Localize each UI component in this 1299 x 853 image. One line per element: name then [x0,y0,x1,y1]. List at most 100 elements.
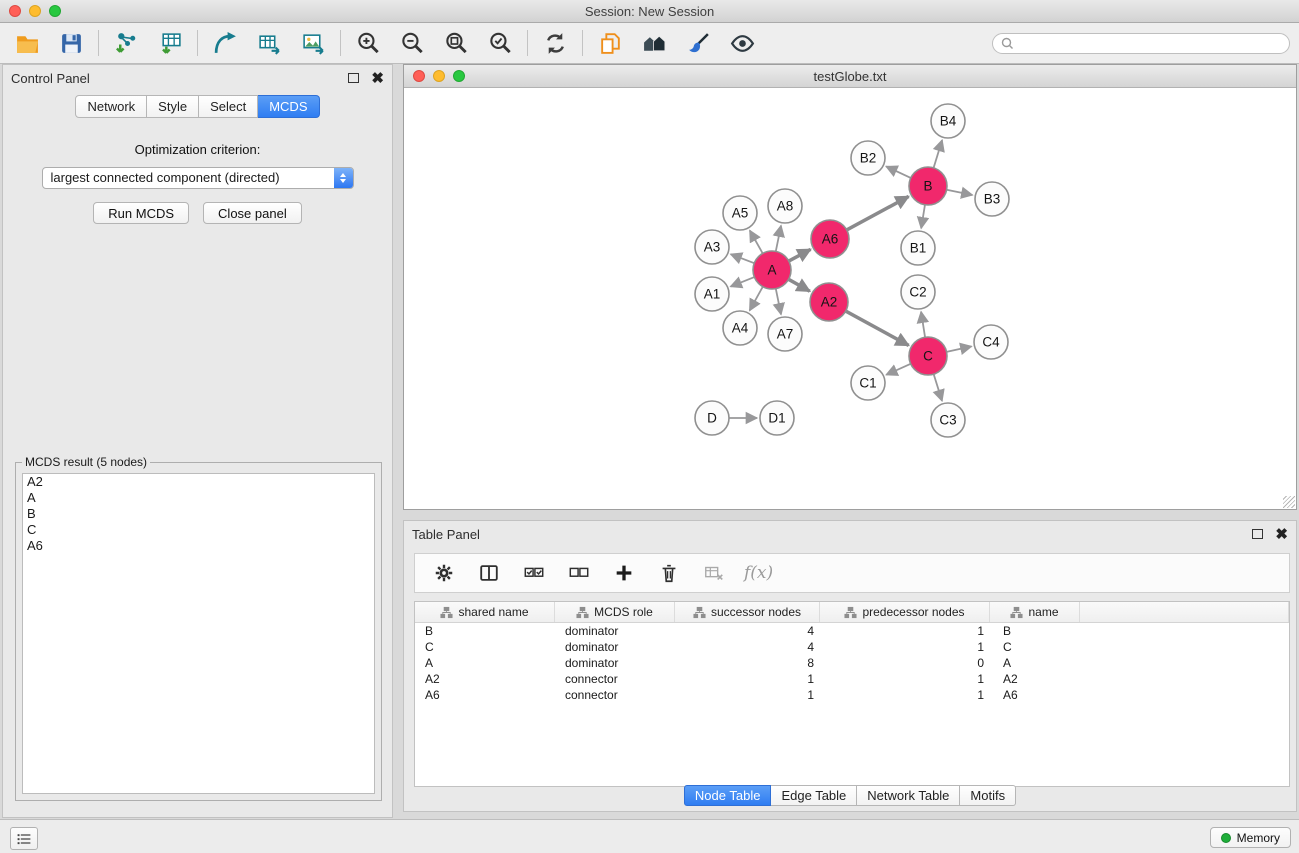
export-network-button[interactable] [210,28,240,58]
graph-edge-B-B3[interactable] [947,190,973,195]
close-window-icon[interactable] [9,5,21,17]
search-box[interactable] [992,33,1290,54]
graph-node-D[interactable]: D [695,401,729,435]
graph-node-A[interactable]: A [753,251,791,289]
table-float-panel-icon[interactable] [1252,529,1263,539]
network-minimize-icon[interactable] [433,70,445,82]
fullscreen-window-icon[interactable] [49,5,61,17]
network-window-titlebar[interactable]: testGlobe.txt [404,65,1296,88]
graph-node-B[interactable]: B [909,167,947,205]
add-button[interactable] [609,558,639,588]
split-panel-button[interactable] [474,558,504,588]
documents-button[interactable] [595,28,625,58]
graph-node-A4[interactable]: A4 [723,311,757,345]
graph-edge-C-C2[interactable] [921,312,925,337]
graph-node-A8[interactable]: A8 [768,189,802,223]
close-panel-icon[interactable]: ✖ [371,71,384,86]
graph-node-B2[interactable]: B2 [851,141,885,175]
tab-node-table[interactable]: Node Table [684,785,772,806]
eye-button[interactable] [727,28,757,58]
task-history-button[interactable] [10,827,38,850]
tab-mcds[interactable]: MCDS [258,95,319,118]
graph-edge-A-A6[interactable] [789,249,811,261]
table-row[interactable]: Cdominator41C [415,639,1289,655]
column-header-predecessor-nodes[interactable]: predecessor nodes [820,602,990,622]
graph-edge-B-B4[interactable] [934,140,943,168]
tab-select[interactable]: Select [199,95,258,118]
graph-node-B4[interactable]: B4 [931,104,965,138]
graph-node-A2[interactable]: A2 [810,283,848,321]
mcds-result-item[interactable]: B [23,506,374,522]
table-close-panel-icon[interactable]: ✖ [1275,527,1288,542]
graph-edge-A-A8[interactable] [776,226,781,252]
graph-edge-A-A7[interactable] [776,289,781,315]
graph-edge-C-C1[interactable] [886,364,910,375]
paintbrush-button[interactable] [683,28,713,58]
graph-node-C2[interactable]: C2 [901,275,935,309]
network-close-icon[interactable] [413,70,425,82]
column-header-shared-name[interactable]: shared name [415,602,555,622]
graph-edge-A-A4[interactable] [750,287,763,311]
graph-edge-A2-C[interactable] [846,311,909,345]
settings-button[interactable] [429,558,459,588]
import-table-button[interactable] [155,28,185,58]
tab-network-table[interactable]: Network Table [857,785,960,806]
graph-edge-A-A5[interactable] [750,230,763,253]
network-graph[interactable]: B4B2BB3A5A8A6A3AB1A1A2C2A4A7C4C1CC3DD1 [404,88,1296,509]
zoom-out-button[interactable] [397,28,427,58]
graph-node-A6[interactable]: A6 [811,220,849,258]
graph-node-C1[interactable]: C1 [851,366,885,400]
graph-edge-A-A3[interactable] [731,254,755,263]
graph-node-D1[interactable]: D1 [760,401,794,435]
mcds-result-item[interactable]: A6 [23,538,374,554]
graph-edge-B-B2[interactable] [886,166,911,178]
graph-edge-C-C3[interactable] [934,374,942,401]
column-header-MCDS-role[interactable]: MCDS role [555,602,675,622]
zoom-selected-button[interactable] [485,28,515,58]
table-row[interactable]: Adominator80A [415,655,1289,671]
tab-motifs[interactable]: Motifs [960,785,1016,806]
table-row[interactable]: Bdominator41B [415,623,1289,639]
save-session-button[interactable] [56,28,86,58]
select-all-button[interactable] [519,558,549,588]
mcds-result-list[interactable]: A2ABCA6 [22,473,375,794]
tab-network[interactable]: Network [75,95,147,118]
import-network-button[interactable] [111,28,141,58]
tab-edge-table[interactable]: Edge Table [771,785,857,806]
graph-edge-A-A2[interactable] [789,279,810,291]
float-panel-icon[interactable] [348,73,359,83]
column-header-successor-nodes[interactable]: successor nodes [675,602,820,622]
graph-node-C3[interactable]: C3 [931,403,965,437]
graph-node-C[interactable]: C [909,337,947,375]
function-builder-button[interactable]: f(x) [744,563,773,583]
graph-node-B3[interactable]: B3 [975,182,1009,216]
unselect-all-button[interactable] [564,558,594,588]
graph-edge-C-C4[interactable] [947,346,972,352]
graph-edge-B-B1[interactable] [921,205,925,228]
run-mcds-button[interactable]: Run MCDS [93,202,189,224]
graph-edge-A-A1[interactable] [731,277,755,287]
home-button[interactable] [639,28,669,58]
graph-edge-A6-B[interactable] [847,196,909,229]
close-panel-button[interactable]: Close panel [203,202,302,224]
graph-node-A7[interactable]: A7 [768,317,802,351]
export-table-button[interactable] [254,28,284,58]
graph-node-C4[interactable]: C4 [974,325,1008,359]
table-row[interactable]: A2connector11A2 [415,671,1289,687]
table-header-row[interactable]: shared nameMCDS rolesuccessor nodesprede… [415,602,1289,623]
zoom-in-button[interactable] [353,28,383,58]
graph-node-A5[interactable]: A5 [723,196,757,230]
graph-node-A1[interactable]: A1 [695,277,729,311]
column-header-name[interactable]: name [990,602,1080,622]
search-input[interactable] [1019,35,1281,51]
export-image-button[interactable] [298,28,328,58]
mcds-result-item[interactable]: C [23,522,374,538]
table-row[interactable]: A6connector11A6 [415,687,1289,703]
zoom-fit-button[interactable] [441,28,471,58]
tab-style[interactable]: Style [147,95,199,118]
mcds-result-item[interactable]: A2 [23,474,374,490]
network-zoom-icon[interactable] [453,70,465,82]
window-resize-grip[interactable] [1283,496,1295,508]
open-session-button[interactable] [12,28,42,58]
memory-button[interactable]: Memory [1210,827,1291,848]
